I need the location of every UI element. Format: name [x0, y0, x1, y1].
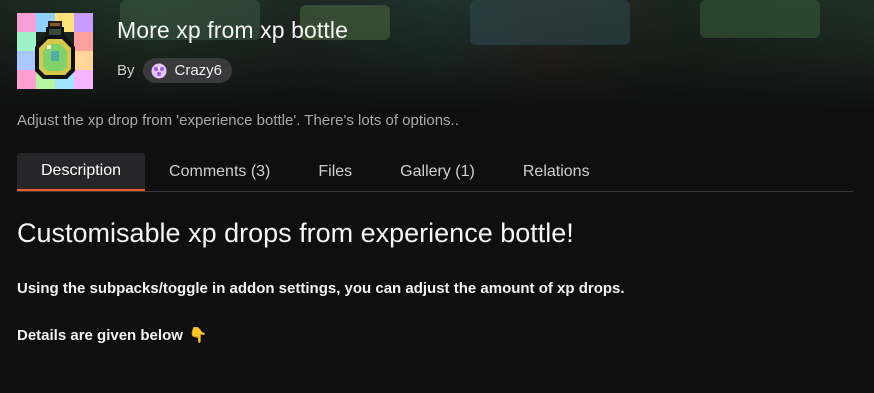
tab-comments[interactable]: Comments (3): [145, 153, 294, 191]
project-avatar[interactable]: [17, 13, 93, 89]
description-heading: Customisable xp drops from experience bo…: [17, 218, 574, 248]
details-text: Details are given below: [17, 326, 183, 344]
project-summary: Adjust the xp drop from 'experience bott…: [17, 112, 459, 129]
tab-description[interactable]: Description: [17, 153, 146, 191]
description-paragraph-details: Details are given below 👇: [17, 326, 208, 345]
author-avatar-icon: [151, 63, 167, 79]
author-link[interactable]: Crazy6: [142, 58, 233, 83]
xp-bottle-icon: [17, 13, 93, 89]
tab-files[interactable]: Files: [294, 153, 376, 191]
author-name: Crazy6: [174, 62, 223, 79]
project-tabs: Description Comments (3) Files Gallery (…: [17, 153, 853, 192]
project-title: More xp from xp bottle: [117, 17, 349, 43]
description-paragraph: Using the subpacks/toggle in addon setti…: [17, 280, 625, 297]
byline: By Crazy6: [117, 58, 348, 83]
pointing-down-icon: 👇: [188, 327, 208, 344]
tab-gallery[interactable]: Gallery (1): [376, 153, 499, 191]
description-content: Customisable xp drops from experience bo…: [17, 216, 857, 344]
tab-relations[interactable]: Relations: [499, 153, 614, 191]
project-header: More xp from xp bottle By Crazy6: [17, 13, 348, 89]
by-label: By: [117, 62, 135, 79]
